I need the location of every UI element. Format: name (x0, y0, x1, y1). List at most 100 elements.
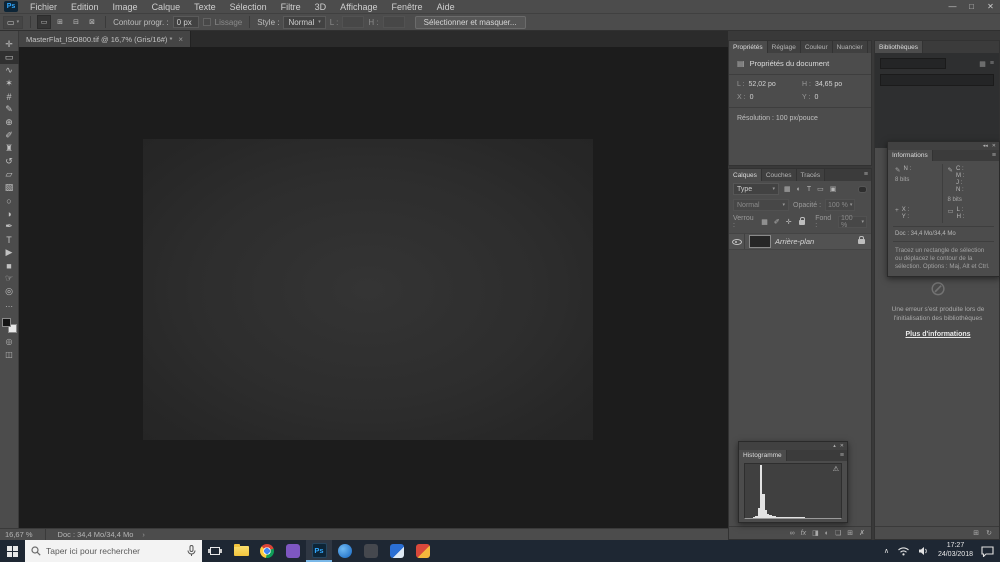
sync-libraries-icon[interactable]: ↻ (986, 529, 992, 537)
quick-mask-icon[interactable]: ◎ (6, 337, 13, 346)
blur-tool[interactable]: ○ (0, 194, 19, 207)
new-library-icon[interactable]: ⊞ (973, 529, 979, 537)
tab-calques[interactable]: Calques (729, 169, 762, 181)
microphone-icon[interactable] (187, 545, 196, 557)
more-information-link[interactable]: Plus d'informations (883, 331, 993, 338)
move-tool[interactable]: ✛ (0, 38, 19, 51)
lock-transparency-icon[interactable]: ▦ (760, 218, 769, 226)
pen-tool[interactable]: ✒ (0, 220, 19, 233)
libraries-dropdown[interactable] (880, 58, 946, 69)
minimize-button[interactable]: — (943, 2, 962, 11)
new-layer-icon[interactable]: ⊞ (847, 529, 853, 537)
filter-adjustment-layers-icon[interactable]: ◐ (796, 186, 802, 193)
menu-image[interactable]: Image (106, 2, 145, 12)
menu-texte[interactable]: Texte (187, 2, 223, 12)
taskbar-app-5[interactable] (410, 540, 436, 562)
add-to-selection-icon[interactable]: ⊞ (54, 16, 66, 28)
taskbar-chrome[interactable] (254, 540, 280, 562)
foreground-color-swatch[interactable] (1, 318, 11, 327)
layer-visibility-toggle[interactable] (729, 234, 745, 249)
hand-tool[interactable]: ☞ (0, 272, 19, 285)
rectangular-marquee-tool[interactable]: ▭ (0, 51, 19, 64)
fill-input[interactable]: 100 % ▾ (837, 215, 868, 229)
color-swatches[interactable] (1, 318, 17, 333)
tab-couleur[interactable]: Couleur (800, 41, 833, 53)
list-view-icon[interactable]: ≡ (990, 60, 994, 67)
layer-filter-dropdown[interactable]: Type ▾ (733, 183, 779, 195)
taskbar-app-3[interactable] (358, 540, 384, 562)
history-brush-tool[interactable]: ↺ (0, 155, 19, 168)
link-layers-icon[interactable]: ∞ (790, 530, 795, 537)
cached-data-warning-icon[interactable]: ⚠ (833, 465, 839, 473)
menu-affichage[interactable]: Affichage (333, 2, 384, 12)
eyedropper-tool[interactable]: ✎ (0, 103, 19, 116)
panel-menu-icon[interactable]: ≡ (861, 169, 871, 181)
panel-menu-icon[interactable]: ≡ (989, 150, 999, 161)
menu-3d[interactable]: 3D (308, 2, 334, 12)
lasso-tool[interactable]: ∿ (0, 64, 19, 77)
zoom-level[interactable]: 16,67 % (5, 530, 33, 539)
opacity-input[interactable]: 100 % ▾ (825, 199, 856, 211)
taskbar-app-2[interactable] (332, 540, 358, 562)
notification-center-icon[interactable] (981, 545, 994, 557)
layer-mask-icon[interactable]: ◨ (812, 529, 819, 537)
tab-bibliotheques[interactable]: Bibliothèques (875, 41, 924, 53)
tab-proprietes[interactable]: Propriétés (729, 41, 768, 53)
libraries-search-field[interactable] (880, 74, 994, 86)
shape-tool[interactable]: ■ (0, 259, 19, 272)
tab-histogramme[interactable]: Histogramme (739, 450, 787, 461)
collapse-panel-icon[interactable]: ▴ (833, 443, 836, 449)
layer-thumbnail[interactable] (749, 235, 771, 248)
tool-preset-dropdown[interactable]: ▭ ▾ (3, 15, 24, 29)
tab-couches[interactable]: Couches (761, 169, 797, 181)
tab-traces[interactable]: Tracés (796, 169, 826, 181)
magic-wand-tool[interactable]: ✶ (0, 77, 19, 90)
type-tool[interactable]: T (0, 233, 19, 246)
adjustment-layer-icon[interactable]: ◐ (825, 530, 829, 537)
new-selection-icon[interactable]: ▭ (37, 15, 52, 29)
network-icon[interactable] (897, 546, 910, 556)
menu-aide[interactable]: Aide (430, 2, 462, 12)
intersect-selection-icon[interactable]: ⊠ (86, 16, 98, 28)
filter-shape-layers-icon[interactable]: ▭ (816, 185, 825, 193)
taskbar-app-4[interactable] (384, 540, 410, 562)
select-and-mask-button[interactable]: Sélectionner et masquer... (414, 15, 526, 29)
gradient-tool[interactable]: ▧ (0, 181, 19, 194)
collapse-panel-icon[interactable]: ◂◂ (983, 143, 988, 149)
canvas-area[interactable] (19, 47, 728, 528)
layer-row-background[interactable]: Arrière-plan (729, 233, 871, 250)
lock-all-icon[interactable] (798, 216, 806, 225)
taskbar-clock[interactable]: 17:27 24/03/2018 (938, 542, 973, 560)
volume-icon[interactable] (918, 546, 930, 556)
grid-view-icon[interactable]: ▦ (979, 60, 986, 68)
feather-input[interactable]: 0 px (172, 16, 199, 28)
status-chevron-icon[interactable]: › (142, 530, 145, 539)
close-panel-icon[interactable]: ✕ (992, 143, 996, 149)
crop-tool[interactable]: # (0, 90, 19, 103)
edit-toolbar-icon[interactable]: ⋯ (5, 302, 13, 311)
menu-filtre[interactable]: Filtre (274, 2, 308, 12)
filter-smart-objects-icon[interactable]: ▣ (829, 185, 838, 193)
taskbar-file-explorer[interactable] (228, 540, 254, 562)
menu-fichier[interactable]: Fichier (23, 2, 64, 12)
filter-pixel-layers-icon[interactable]: ▦ (783, 185, 792, 193)
tab-informations[interactable]: Informations (888, 150, 933, 161)
lock-paint-icon[interactable]: ✐ (773, 218, 781, 226)
tab-navigation[interactable]: Navigat. (867, 41, 871, 53)
filter-type-layers-icon[interactable]: T (806, 186, 812, 193)
filter-toggle[interactable] (858, 185, 867, 193)
zoom-tool[interactable]: ◎ (0, 285, 19, 298)
clone-stamp-tool[interactable]: ♜ (0, 142, 19, 155)
menu-fenetre[interactable]: Fenêtre (385, 2, 430, 12)
lock-position-icon[interactable]: ✛ (785, 218, 793, 226)
tab-reglage[interactable]: Réglage (767, 41, 801, 53)
healing-brush-tool[interactable]: ⊕ (0, 116, 19, 129)
subtract-from-selection-icon[interactable]: ⊟ (70, 16, 82, 28)
taskbar-photoshop[interactable]: Ps (306, 540, 332, 562)
taskbar-app-1[interactable] (280, 540, 306, 562)
screen-mode-icon[interactable]: ◫ (5, 350, 13, 359)
taskbar-search[interactable]: Taper ici pour rechercher (25, 540, 202, 562)
delete-layer-icon[interactable]: ✗ (859, 529, 865, 537)
document-tab[interactable]: MasterFlat_ISO800.tif @ 16,7% (Gris/16#)… (19, 31, 192, 47)
layer-group-icon[interactable]: ❏ (835, 529, 841, 537)
